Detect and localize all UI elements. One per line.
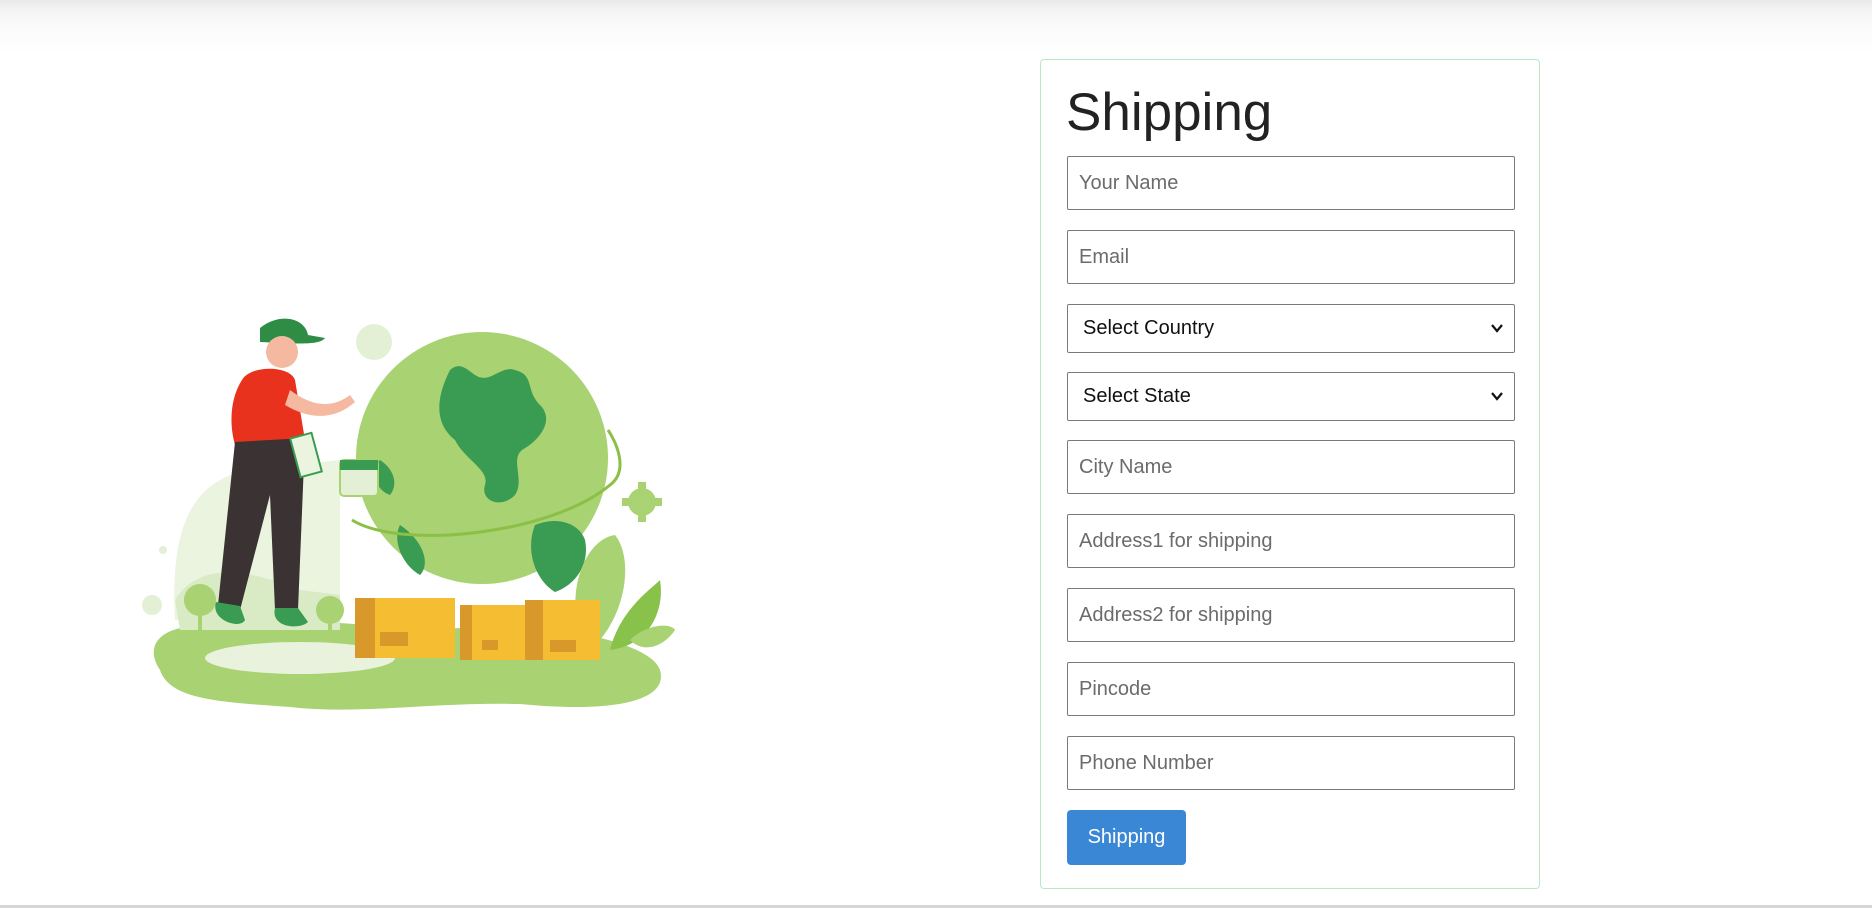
city-input[interactable] (1067, 440, 1515, 494)
chevron-down-icon (1491, 324, 1503, 333)
state-select-value: Select State (1083, 385, 1191, 407)
address1-input[interactable] (1067, 514, 1515, 568)
bubble (356, 324, 392, 360)
country-select[interactable]: Select Country (1067, 304, 1515, 353)
country-select-value: Select Country (1083, 317, 1215, 339)
top-bar (0, 0, 1872, 54)
box-icon (525, 600, 600, 660)
shipping-form: Shipping Select Country Select State Shi… (1040, 59, 1540, 889)
delivery-illustration (142, 318, 675, 710)
name-input[interactable] (1067, 156, 1515, 210)
bubble (159, 546, 167, 554)
calendar-icon (339, 459, 379, 497)
address2-input[interactable] (1067, 588, 1515, 642)
phone-input[interactable] (1067, 736, 1515, 790)
gear-icon (622, 482, 662, 522)
box-icon (460, 605, 530, 660)
chevron-down-icon (1491, 392, 1503, 401)
shipping-submit-button[interactable]: Shipping (1067, 810, 1186, 865)
form-title: Shipping (1066, 83, 1273, 142)
cap (260, 318, 325, 344)
head (266, 336, 298, 368)
page: Shipping Select Country Select State Shi… (0, 0, 1872, 908)
pincode-input[interactable] (1067, 662, 1515, 716)
state-select[interactable]: Select State (1067, 372, 1515, 421)
bubble (142, 595, 162, 615)
box-icon (355, 598, 455, 658)
email-input[interactable] (1067, 230, 1515, 284)
